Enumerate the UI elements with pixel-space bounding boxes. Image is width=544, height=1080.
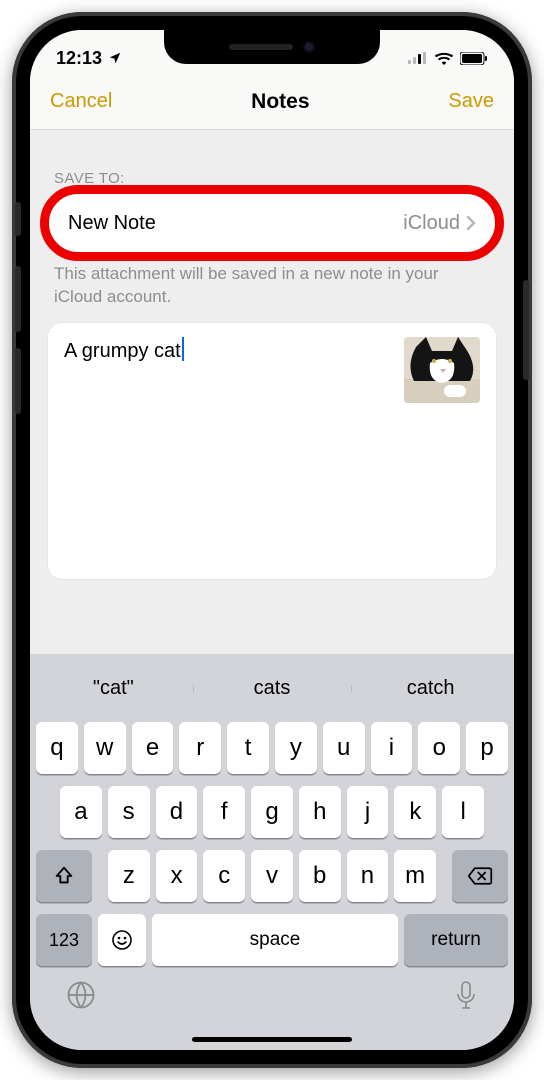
emoji-key[interactable] <box>98 914 146 966</box>
keyboard: "cat" cats catch qwertyuiop asdfghjkl zx… <box>30 654 514 1050</box>
key-o[interactable]: o <box>418 722 460 774</box>
key-v[interactable]: v <box>251 850 293 902</box>
cell-value: iCloud <box>403 212 460 235</box>
suggestion-1[interactable]: "cat" <box>34 677 193 700</box>
text-cursor <box>182 337 184 361</box>
key-q[interactable]: q <box>36 722 78 774</box>
key-e[interactable]: e <box>132 722 174 774</box>
key-k[interactable]: k <box>394 786 436 838</box>
key-i[interactable]: i <box>371 722 413 774</box>
key-t[interactable]: t <box>227 722 269 774</box>
wifi-icon <box>434 51 454 65</box>
key-g[interactable]: g <box>251 786 293 838</box>
save-button[interactable]: Save <box>448 90 494 113</box>
key-l[interactable]: l <box>442 786 484 838</box>
note-editor[interactable]: A grumpy cat <box>48 323 496 579</box>
key-r[interactable]: r <box>179 722 221 774</box>
shift-key[interactable] <box>36 850 92 902</box>
space-key[interactable]: space <box>152 914 398 966</box>
home-indicator[interactable] <box>192 1037 352 1042</box>
key-w[interactable]: w <box>84 722 126 774</box>
key-z[interactable]: z <box>108 850 150 902</box>
suggestion-3[interactable]: catch <box>351 677 510 700</box>
key-c[interactable]: c <box>203 850 245 902</box>
key-d[interactable]: d <box>156 786 198 838</box>
key-x[interactable]: x <box>156 850 198 902</box>
key-u[interactable]: u <box>323 722 365 774</box>
key-a[interactable]: a <box>60 786 102 838</box>
key-j[interactable]: j <box>347 786 389 838</box>
key-h[interactable]: h <box>299 786 341 838</box>
section-footnote: This attachment will be saved in a new n… <box>30 253 514 309</box>
numbers-key[interactable]: 123 <box>36 914 92 966</box>
navbar: Cancel Notes Save <box>30 74 514 130</box>
return-key[interactable]: return <box>404 914 508 966</box>
chevron-right-icon <box>466 215 476 231</box>
note-text: A grumpy cat <box>64 340 181 362</box>
cancel-button[interactable]: Cancel <box>50 90 112 113</box>
battery-icon <box>460 52 488 65</box>
section-label: SAVE TO: <box>30 170 514 193</box>
page-title: Notes <box>251 90 309 114</box>
key-y[interactable]: y <box>275 722 317 774</box>
key-m[interactable]: m <box>394 850 436 902</box>
status-time: 12:13 <box>56 48 102 69</box>
location-icon <box>108 51 122 65</box>
key-p[interactable]: p <box>466 722 508 774</box>
cell-signal-icon <box>408 52 428 64</box>
key-s[interactable]: s <box>108 786 150 838</box>
backspace-key[interactable] <box>452 850 508 902</box>
cell-title: New Note <box>68 212 156 235</box>
key-n[interactable]: n <box>347 850 389 902</box>
attachment-thumbnail[interactable] <box>404 337 480 403</box>
key-b[interactable]: b <box>299 850 341 902</box>
dictation-icon[interactable] <box>454 980 478 1012</box>
key-f[interactable]: f <box>203 786 245 838</box>
suggestion-2[interactable]: cats <box>193 677 352 700</box>
save-to-cell[interactable]: New Note iCloud <box>48 193 496 253</box>
globe-icon[interactable] <box>66 980 96 1010</box>
